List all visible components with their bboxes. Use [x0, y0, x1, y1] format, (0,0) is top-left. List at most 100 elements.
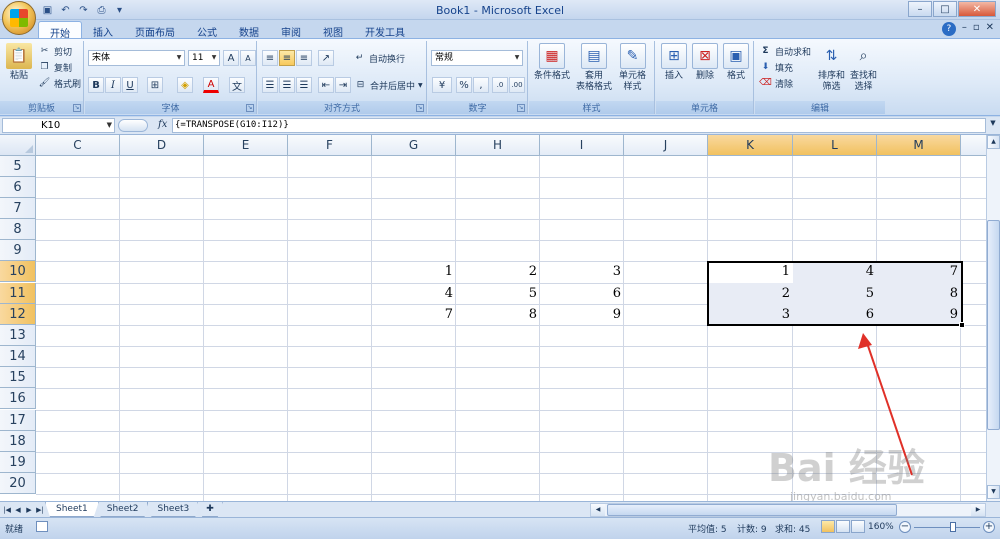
status-ready: 就绪 [5, 525, 24, 535]
italic-button[interactable]: I [105, 77, 121, 93]
phonetic-icon[interactable]: 文 [229, 77, 245, 93]
insert-cells-button[interactable]: ⊞ 插入 [661, 43, 687, 82]
restore-icon[interactable]: ▫ [973, 22, 980, 36]
zoom-in-icon[interactable]: + [983, 521, 995, 533]
scroll-up-icon[interactable]: ▲ [987, 135, 1000, 149]
align-middle-icon[interactable]: ≡ [279, 50, 295, 66]
sort-filter-button[interactable]: ⇅ 排序和 筛选 [818, 43, 845, 93]
delete-cells-button[interactable]: ⊠ 删除 [692, 43, 718, 82]
clear-button[interactable]: ⌫ 清除 [759, 76, 793, 90]
cut-button[interactable]: ✂ 剪切 [38, 44, 72, 58]
copy-button[interactable]: ❐ 复制 [38, 60, 72, 74]
zoom-level[interactable]: 160% [868, 522, 894, 532]
prev-sheet-icon[interactable]: ◀ [13, 504, 23, 516]
wrap-text-button[interactable]: ↵ 自动换行 [353, 51, 405, 65]
paste-button[interactable]: 📋 粘贴 [6, 43, 32, 82]
increase-decimal-icon[interactable]: .0 [492, 77, 508, 93]
first-sheet-icon[interactable]: |◀ [2, 504, 12, 516]
tab-home[interactable]: 开始 [38, 21, 82, 40]
align-top-icon[interactable]: ≡ [262, 50, 278, 66]
tab-formulas[interactable]: 公式 [186, 21, 228, 39]
close-workbook-icon[interactable]: ✕ [986, 22, 994, 36]
cell-styles-button[interactable]: ✎ 单元格 样式 [619, 43, 646, 93]
ribbon-tab-row: 开始 插入 页面布局 公式 数据 审阅 视图 开发工具 ? – ▫ ✕ [0, 20, 1000, 40]
scroll-down-icon[interactable]: ▼ [987, 485, 1000, 499]
name-box[interactable]: K10 ▼ [2, 118, 115, 133]
tab-data[interactable]: 数据 [228, 21, 270, 39]
sheet-tab-sheet2[interactable]: Sheet2 [96, 502, 150, 517]
annotation-arrow-head [858, 333, 872, 349]
font-size-combo[interactable]: 11 ▼ [188, 50, 220, 66]
maximize-button[interactable]: □ [933, 1, 957, 17]
comma-button[interactable]: , [473, 77, 489, 93]
bold-button[interactable]: B [88, 77, 104, 93]
scroll-right-icon[interactable]: ▶ [971, 504, 985, 516]
zoom-slider-track[interactable] [914, 527, 980, 528]
tab-developer[interactable]: 开发工具 [354, 21, 416, 39]
alignment-launcher-icon[interactable]: ↘ [416, 104, 424, 112]
formula-input[interactable]: {=TRANSPOSE(G10:I12)} [172, 118, 986, 133]
percent-button[interactable]: % [456, 77, 472, 93]
clipboard-launcher-icon[interactable]: ↘ [73, 104, 81, 112]
tab-review[interactable]: 审阅 [270, 21, 312, 39]
decrease-indent-icon[interactable]: ⇤ [318, 77, 334, 93]
conditional-formatting-button[interactable]: ▦ 条件格式 [534, 43, 570, 82]
vertical-scroll-thumb[interactable] [987, 220, 1000, 430]
font-color-icon[interactable]: A [203, 77, 219, 93]
font-name-combo[interactable]: 宋体 ▼ [88, 50, 185, 66]
merge-center-button[interactable]: ⊟ 合并后居中 ▼ [354, 78, 423, 92]
orientation-icon[interactable]: ↗ [318, 50, 334, 66]
next-sheet-icon[interactable]: ▶ [24, 504, 34, 516]
align-left-icon[interactable]: ☰ [262, 77, 278, 93]
vertical-scrollbar[interactable]: ▲ ▼ [986, 135, 1000, 501]
sheet-tab-sheet3[interactable]: Sheet3 [147, 502, 201, 517]
office-button[interactable] [2, 1, 36, 35]
underline-button[interactable]: U [122, 77, 138, 93]
horizontal-scrollbar[interactable]: ◀ ▶ [590, 503, 986, 517]
align-bottom-icon[interactable]: ≡ [296, 50, 312, 66]
fill-button[interactable]: ⬇ 填充 [759, 60, 793, 74]
tab-insert[interactable]: 插入 [82, 21, 124, 39]
page-layout-view-icon[interactable] [836, 520, 850, 533]
increase-indent-icon[interactable]: ⇥ [335, 77, 351, 93]
expand-formula-bar-icon[interactable]: ▼ [988, 119, 998, 132]
format-as-table-button[interactable]: ▤ 套用 表格格式 [576, 43, 612, 93]
currency-icon[interactable]: ¥ [432, 77, 452, 93]
shrink-font-button[interactable]: A [240, 50, 256, 66]
macro-record-icon[interactable] [36, 521, 48, 532]
border-icon[interactable]: ⊞ [147, 77, 163, 93]
autosum-button[interactable]: Σ 自动求和 [759, 44, 811, 58]
minimize-button[interactable]: – [908, 1, 932, 17]
ribbon-minimize-icon[interactable]: – [962, 22, 967, 36]
last-sheet-icon[interactable]: ▶| [35, 504, 45, 516]
worksheet-grid[interactable]: C D E F G H I J K L M 5 6 7 8 9 10 11 12… [0, 135, 986, 501]
insert-function-button[interactable]: fx [158, 119, 167, 130]
decrease-decimal-icon[interactable]: .00 [509, 77, 525, 93]
zoom-slider-thumb[interactable] [950, 522, 956, 532]
font-launcher-icon[interactable]: ↘ [246, 104, 254, 112]
grow-font-button[interactable]: A [223, 50, 239, 66]
find-select-button[interactable]: ⌕ 查找和 选择 [850, 43, 877, 93]
format-painter-button[interactable]: 🖌 格式刷 [38, 76, 81, 90]
fill-color-icon[interactable]: ◈ [177, 77, 193, 93]
tab-page-layout[interactable]: 页面布局 [124, 21, 186, 39]
horizontal-scroll-thumb[interactable] [607, 504, 897, 516]
chevron-down-icon: ▼ [176, 54, 182, 61]
scroll-left-icon[interactable]: ◀ [591, 504, 605, 516]
page-break-view-icon[interactable] [851, 520, 865, 533]
eraser-icon: ⌫ [759, 78, 772, 88]
delete-cells-icon: ⊠ [692, 43, 718, 69]
align-center-icon[interactable]: ☰ [279, 77, 295, 93]
close-button[interactable]: ✕ [958, 1, 996, 17]
number-format-combo[interactable]: 常规 ▼ [431, 50, 523, 66]
insert-sheet-icon[interactable]: ✚ [197, 502, 223, 517]
help-icon[interactable]: ? [941, 22, 956, 36]
formula-bar-resize-handle[interactable] [118, 119, 148, 132]
format-cells-button[interactable]: ▣ 格式 [723, 43, 749, 82]
zoom-out-icon[interactable]: − [899, 521, 911, 533]
align-right-icon[interactable]: ☰ [296, 77, 312, 93]
number-launcher-icon[interactable]: ↘ [517, 104, 525, 112]
normal-view-icon[interactable] [821, 520, 835, 533]
tab-view[interactable]: 视图 [312, 21, 354, 39]
sheet-tab-sheet1[interactable]: Sheet1 [45, 502, 99, 517]
